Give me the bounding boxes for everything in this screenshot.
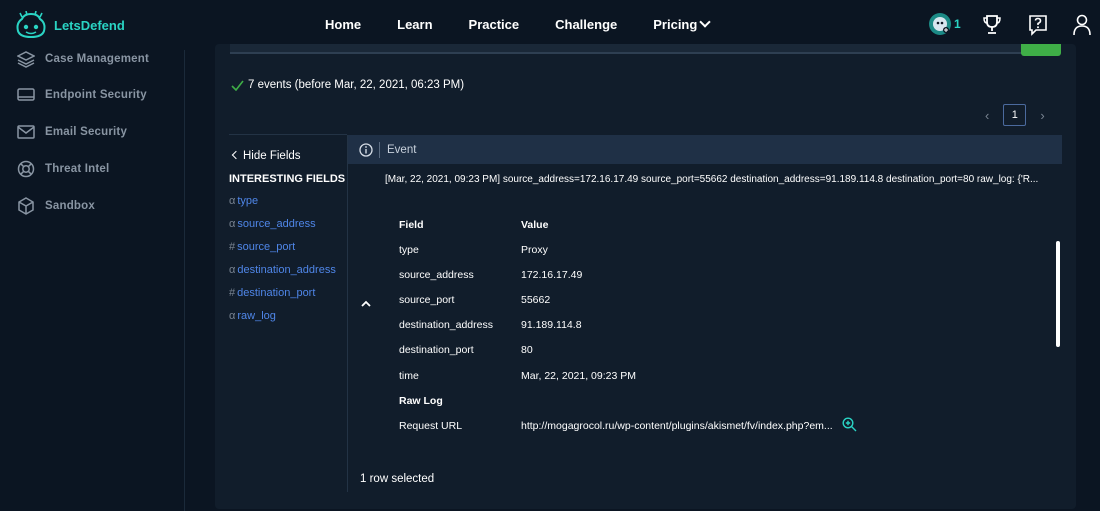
main-nav: Home Learn Practice Challenge Pricing: [325, 16, 745, 32]
selection-status: 1 row selected: [360, 473, 435, 485]
row-field: destination_address: [399, 319, 493, 331]
row-field: time: [399, 370, 419, 382]
row-value: 80: [521, 344, 533, 356]
field-type-prefix: α: [229, 264, 236, 276]
sidebar-item-label: Threat Intel: [45, 163, 110, 175]
top-nav-bar: LetsDefend Home Learn Practice Challenge…: [0, 0, 1100, 50]
nav-learn[interactable]: Learn: [397, 17, 432, 32]
field-link-destination-port[interactable]: # destination_port: [229, 287, 315, 299]
event-raw-line[interactable]: [Mar, 22, 2021, 09:23 PM] source_address…: [385, 174, 1045, 185]
nav-practice[interactable]: Practice: [469, 17, 520, 32]
help-icon[interactable]: [1028, 14, 1048, 36]
brand-logo[interactable]: LetsDefend: [14, 11, 125, 39]
endpoint-icon: [17, 88, 35, 101]
sidebar-item-endpoint-security[interactable]: Endpoint Security: [17, 86, 147, 104]
row-value: 91.189.114.8: [521, 319, 582, 331]
zoom-in-icon[interactable]: [842, 417, 857, 432]
badge-count: 1: [954, 17, 961, 31]
letsdefend-logo-icon: [16, 11, 46, 39]
layers-icon: [17, 51, 35, 68]
sidebar-item-label: Case Management: [45, 53, 149, 65]
row-field: source_port: [399, 294, 455, 306]
scrollbar-thumb[interactable]: [1056, 241, 1060, 347]
field-type-prefix: α: [229, 195, 236, 207]
field-name: source_address: [237, 218, 316, 230]
sidebar-item-label: Endpoint Security: [45, 89, 147, 101]
row-value: 55662: [521, 294, 551, 306]
sidebar-item-threat-intel[interactable]: Threat Intel: [17, 160, 109, 178]
events-summary: 7 events (before Mar, 22, 2021, 06:23 PM…: [231, 79, 464, 91]
nav-challenge[interactable]: Challenge: [555, 17, 617, 32]
field-name: source_port: [237, 241, 296, 253]
field-type-prefix: α: [229, 310, 236, 322]
sidebar: Case Management Endpoint Security Email …: [0, 50, 185, 511]
chevron-down-icon: [699, 16, 711, 28]
row-value: 172.16.17.49: [521, 269, 583, 281]
row-field: Raw Log: [399, 395, 443, 407]
field-link-source-port[interactable]: # source_port: [229, 241, 295, 253]
event-header-label: Event: [387, 143, 417, 156]
column-header-field: Field: [399, 219, 424, 231]
nav-pricing[interactable]: Pricing: [653, 16, 711, 32]
row-value: Proxy: [521, 244, 548, 256]
sidebar-item-email-security[interactable]: Email Security: [17, 123, 127, 141]
cube-icon: [18, 197, 34, 215]
field-link-destination-address[interactable]: α destination_address: [229, 264, 336, 276]
sidebar-item-label: Sandbox: [45, 200, 95, 212]
chevron-left-icon: [231, 150, 241, 160]
header-divider: [379, 141, 380, 158]
fields-panel: Hide Fields INTERESTING FIELDS α type α so…: [229, 134, 347, 492]
sidebar-item-sandbox[interactable]: Sandbox: [17, 197, 95, 215]
search-button[interactable]: [1021, 44, 1061, 56]
row-field: destination_port: [399, 344, 474, 356]
column-header-value: Value: [521, 219, 549, 231]
nav-home[interactable]: Home: [325, 17, 361, 32]
field-name: destination_port: [237, 287, 316, 299]
hide-fields-label: Hide Fields: [243, 150, 301, 162]
field-link-raw-log[interactable]: α raw_log: [229, 310, 276, 322]
events-summary-text: 7 events (before Mar, 22, 2021, 06:23 PM…: [248, 79, 465, 91]
row-field: type: [399, 244, 419, 256]
hide-fields-button[interactable]: Hide Fields: [231, 150, 301, 162]
event-panel: Event [Mar, 22, 2021, 09:23 PM] source_a…: [347, 135, 1062, 492]
chevron-right-icon[interactable]: ›: [1040, 108, 1044, 123]
lifebuoy-icon: [17, 160, 35, 178]
row-value[interactable]: http://mogagrocol.ru/wp-content/plugins/…: [521, 420, 833, 432]
chevron-left-icon[interactable]: ‹: [985, 108, 989, 123]
check-icon: [231, 80, 244, 91]
row-value: Mar, 22, 2021, 09:23 PM: [521, 370, 636, 382]
search-input[interactable]: [230, 44, 1036, 54]
field-link-source-address[interactable]: α source_address: [229, 218, 316, 230]
row-field: Request URL: [399, 420, 463, 432]
interesting-fields-heading: INTERESTING FIELDS: [229, 173, 346, 185]
field-type-prefix: #: [229, 241, 236, 253]
sidebar-item-label: Email Security: [45, 126, 128, 138]
field-link-type[interactable]: α type: [229, 195, 258, 207]
chevron-up-icon[interactable]: [361, 300, 371, 308]
field-name: raw_log: [237, 310, 276, 322]
log-search-panel: 7 events (before Mar, 22, 2021, 06:23 PM…: [215, 44, 1076, 509]
row-field: source_address: [399, 269, 474, 281]
sidebar-item-case-management[interactable]: Case Management: [17, 50, 149, 68]
page-number-current[interactable]: 1: [1003, 104, 1027, 126]
field-type-prefix: #: [229, 287, 236, 299]
nav-pricing-label: Pricing: [653, 17, 698, 32]
pagination: ‹ 1 ›: [985, 104, 1045, 126]
user-icon[interactable]: [1072, 14, 1092, 36]
field-type-prefix: α: [229, 218, 236, 230]
badge-icon[interactable]: [928, 12, 952, 36]
info-icon[interactable]: [359, 142, 373, 157]
field-name: destination_address: [237, 264, 336, 276]
trophy-icon[interactable]: [982, 14, 1002, 36]
brand-name: LetsDefend: [54, 17, 125, 33]
event-header: Event: [348, 135, 1062, 164]
mail-icon: [17, 125, 35, 139]
field-name: type: [237, 195, 259, 207]
